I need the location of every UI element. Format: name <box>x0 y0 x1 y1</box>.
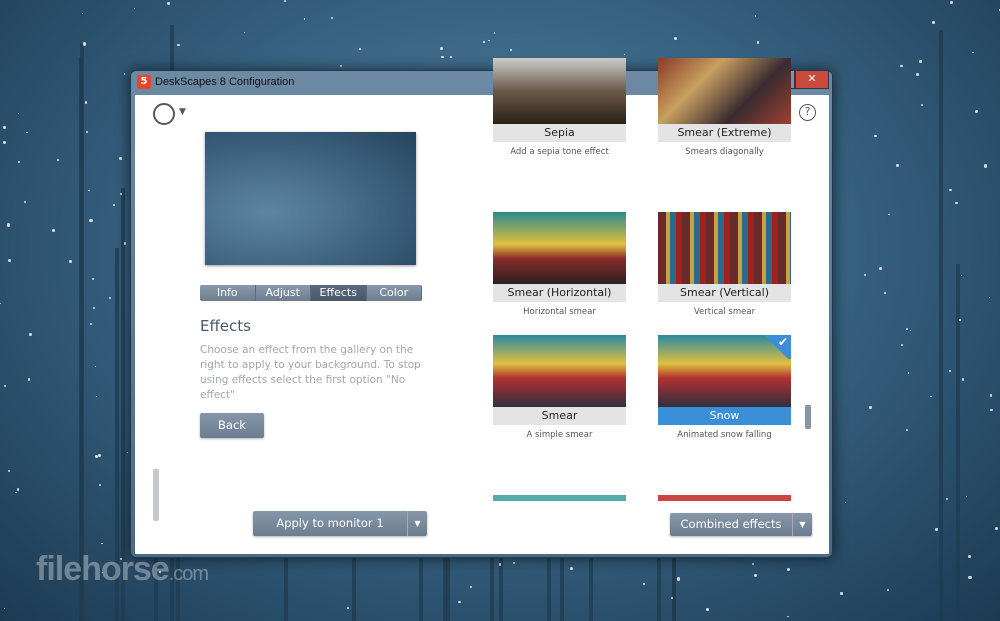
effect-thumbnail <box>493 212 626 284</box>
effect-name: Sepia <box>493 124 626 142</box>
combined-effects-button[interactable]: Combined effects ▼ <box>670 513 812 536</box>
help-icon[interactable]: ? <box>799 104 816 121</box>
client-area: ▼ ⚲ ⚙ ? Info Adjust Effects Color Effect… <box>135 58 829 554</box>
app-window: 5 DeskScapes 8 Configuration ▬ □ ✕ ▼ ⚲ ⚙… <box>130 58 833 558</box>
apply-dropdown-arrow-icon[interactable]: ▼ <box>407 511 427 536</box>
gallery-item[interactable]: Smear (Extreme) Smears diagonally <box>658 58 791 157</box>
apply-button[interactable]: Apply to monitor 1 ▼ <box>253 511 427 536</box>
close-button[interactable]: ✕ <box>795 71 829 89</box>
gallery-item[interactable]: Smear (Horizontal) Horizontal smear <box>493 212 626 317</box>
monitor-layout-icon[interactable] <box>153 103 175 125</box>
app-icon: 5 <box>137 75 151 89</box>
checkmark-icon: ✔ <box>761 335 791 359</box>
combined-effects-label: Combined effects <box>680 517 782 531</box>
gallery-scrollbar[interactable] <box>805 405 811 429</box>
gallery-item[interactable]: Snow Animated snow falling ✔ <box>658 335 791 440</box>
effect-thumbnail <box>493 335 626 407</box>
wallpaper-preview <box>205 132 416 265</box>
filehorse-watermark: filehorse.com <box>36 550 209 588</box>
combined-dropdown-arrow-icon[interactable]: ▼ <box>792 513 812 536</box>
section-description: Choose an effect from the gallery on the… <box>200 344 421 401</box>
gallery-item[interactable]: Smear A simple smear <box>493 335 626 440</box>
tab-bar: Info Adjust Effects Color <box>200 285 422 301</box>
chevron-down-icon[interactable]: ▼ <box>179 107 186 117</box>
effect-description: Smears diagonally <box>685 147 764 157</box>
effect-thumbnail <box>658 58 791 124</box>
tab-info[interactable]: Info <box>200 285 256 301</box>
effect-description: Add a sepia tone effect <box>510 147 609 157</box>
effect-name: Smear (Vertical) <box>658 284 791 302</box>
effect-name: Smear (Extreme) <box>658 124 791 142</box>
effect-name: Smear (Horizontal) <box>493 284 626 302</box>
gallery-item[interactable]: Smear (Vertical) Vertical smear <box>658 212 791 317</box>
effect-name: Smear <box>493 407 626 425</box>
section-heading: Effects <box>200 317 251 335</box>
effect-description: Animated snow falling <box>677 430 772 440</box>
effect-description: A simple smear <box>526 430 593 440</box>
left-scrollbar[interactable] <box>153 469 159 521</box>
apply-label: Apply to monitor 1 <box>276 516 384 530</box>
effect-name: Snow <box>658 407 791 425</box>
effect-description: Horizontal smear <box>523 307 596 317</box>
gallery-item-partial[interactable] <box>658 495 791 501</box>
effect-thumbnail <box>493 58 626 124</box>
gallery-item-partial[interactable] <box>493 495 626 501</box>
tab-color[interactable]: Color <box>366 285 422 301</box>
gallery-item[interactable]: Sepia Add a sepia tone effect <box>493 58 626 157</box>
effect-thumbnail <box>658 212 791 284</box>
tab-effects[interactable]: Effects <box>311 285 367 301</box>
back-button[interactable]: Back <box>200 413 264 438</box>
tab-adjust[interactable]: Adjust <box>255 285 311 301</box>
effect-description: Vertical smear <box>693 307 756 317</box>
window-title: DeskScapes 8 Configuration <box>155 76 295 88</box>
